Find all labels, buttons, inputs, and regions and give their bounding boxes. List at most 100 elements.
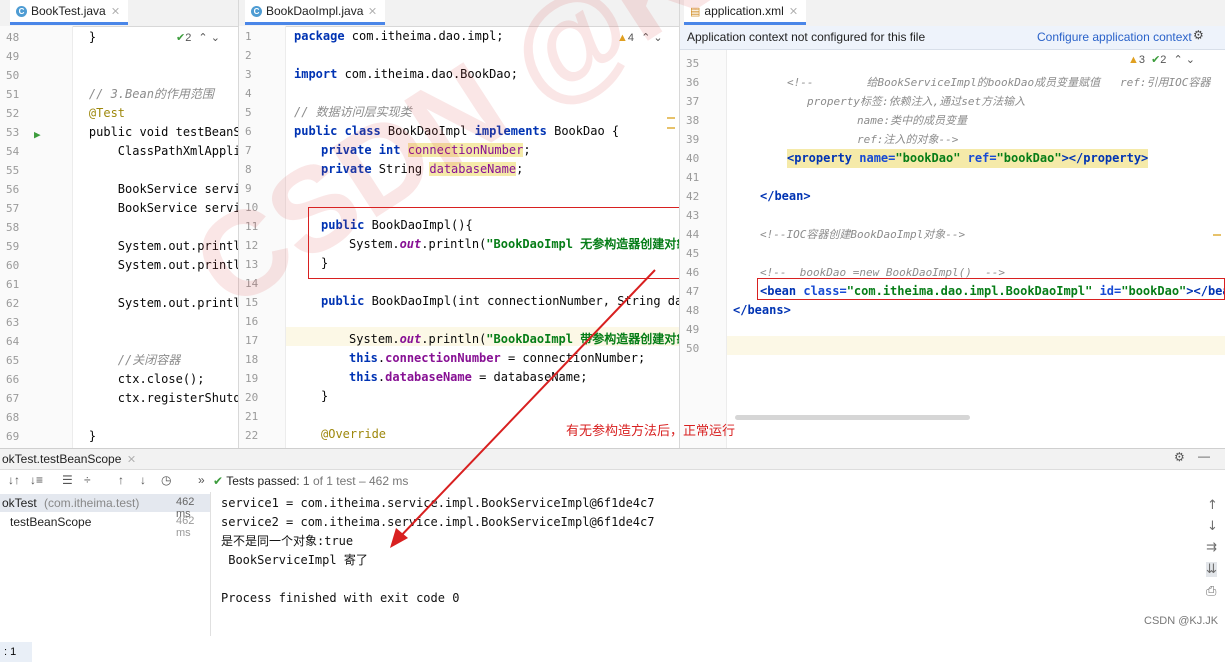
code-comment: // 数据访问层实现类 bbox=[294, 105, 412, 119]
tab-application-xml[interactable]: ▤ application.xml bbox=[684, 0, 806, 25]
line-number: 22 bbox=[245, 429, 259, 442]
class-file-icon: C bbox=[251, 5, 262, 17]
test-tree-row[interactable]: okTest (com.itheima.test) 462 ms bbox=[0, 494, 210, 520]
chevron-up-icon[interactable]: ⌃ bbox=[641, 32, 650, 44]
line-number: 62 bbox=[6, 297, 20, 310]
assign-rest: = connectionNumber; bbox=[500, 351, 646, 365]
down-arrow-icon[interactable]: ↓ bbox=[140, 473, 146, 487]
code-line: ctx.close(); bbox=[60, 372, 205, 386]
sort-duration-icon[interactable]: ↓≡ bbox=[30, 473, 43, 487]
horizontal-scrollbar[interactable] bbox=[735, 415, 970, 420]
chevron-down-icon[interactable]: ⌄ bbox=[653, 32, 662, 44]
line-number: 63 bbox=[6, 316, 20, 329]
collapse-all-icon[interactable]: ÷ bbox=[84, 473, 91, 487]
string-literal: "BookDaoImpl 带参构造器创建对象" bbox=[486, 332, 680, 346]
up-arrow-icon[interactable]: ↑ bbox=[1207, 498, 1218, 513]
check-icon: ✔ bbox=[213, 474, 224, 488]
line-number: 54 bbox=[6, 145, 20, 158]
assign-line: this.databaseName = databaseName; bbox=[349, 368, 587, 387]
tab-booktest[interactable]: C BookTest.java bbox=[10, 0, 128, 25]
line-number: 53 bbox=[6, 126, 20, 139]
tab-bookdaoimpl[interactable]: C BookDaoImpl.java bbox=[245, 0, 386, 25]
line-number: 40 bbox=[686, 152, 700, 165]
inspection-widget[interactable]: ✔2 ⌃ ⌄ bbox=[176, 31, 220, 44]
line-number: 69 bbox=[6, 430, 20, 443]
configure-context-link[interactable]: Configure application context bbox=[1037, 30, 1192, 44]
code-line: @Test bbox=[60, 106, 126, 120]
warnings-widget[interactable]: ▲4 ⌃ ⌄ bbox=[617, 31, 663, 44]
line-number: 36 bbox=[686, 76, 700, 89]
inspection-widget[interactable]: ▲3 ✔2 ⌃ ⌄ bbox=[1128, 53, 1195, 66]
chevron-down-icon[interactable]: ⌄ bbox=[1186, 54, 1195, 66]
line-number: 10 bbox=[245, 201, 259, 214]
line-number: 3 bbox=[245, 68, 252, 81]
run-toolbar: ↓↑ ↓≡ ☰ ÷ ↑ ↓ ◷ » ✔ Tests passed: 1 of 1… bbox=[0, 470, 1225, 491]
line-number: 4 bbox=[245, 87, 252, 100]
close-icon[interactable] bbox=[126, 452, 138, 466]
up-arrow-icon[interactable]: ↑ bbox=[118, 473, 124, 487]
minimize-icon[interactable]: — bbox=[1198, 449, 1210, 463]
import-keyword: import bbox=[294, 67, 338, 81]
close-icon[interactable] bbox=[367, 4, 379, 18]
chevron-down-icon[interactable]: ⌄ bbox=[211, 32, 220, 44]
xml-tag: ></property> bbox=[1061, 151, 1149, 165]
line-number: 20 bbox=[245, 391, 259, 404]
xml-beans-close: </beans> bbox=[733, 303, 791, 317]
tab-label: application.xml bbox=[704, 4, 784, 18]
field-name: connectionNumber bbox=[407, 143, 524, 157]
code-line: System.out.printl bbox=[60, 239, 239, 253]
line-number: 55 bbox=[6, 164, 20, 177]
close-icon[interactable] bbox=[788, 4, 800, 18]
warning-icon: ▲ bbox=[1128, 54, 1139, 66]
chevron-up-icon[interactable]: ⌃ bbox=[198, 32, 207, 44]
line-number: 8 bbox=[245, 163, 252, 176]
close-icon[interactable] bbox=[110, 4, 122, 18]
line-number: 14 bbox=[245, 277, 259, 290]
more-icon[interactable]: » bbox=[198, 473, 205, 487]
field-declaration: private String databaseName; bbox=[321, 160, 523, 179]
type: String bbox=[371, 162, 430, 176]
field-ref: databaseName bbox=[385, 370, 472, 384]
run-config-tab[interactable]: okTest.testBeanScope bbox=[2, 452, 121, 466]
sort-alpha-icon[interactable]: ↓↑ bbox=[8, 473, 20, 487]
down-arrow-icon[interactable]: ↓ bbox=[1207, 519, 1218, 534]
line-number: 21 bbox=[245, 410, 259, 423]
punct: ; bbox=[516, 162, 524, 176]
run-gutter-icon[interactable]: ▶ bbox=[34, 128, 41, 141]
run-panel: okTest.testBeanScope ⚙ — ↓↑ ↓≡ ☰ ÷ ↑ ↓ ◷… bbox=[0, 448, 1225, 662]
expand-all-icon[interactable]: ☰ bbox=[62, 473, 73, 487]
test-tree-row[interactable]: testBeanScope 462 ms bbox=[0, 513, 210, 539]
keyword: implements bbox=[474, 124, 547, 138]
run-side-label[interactable]: : 1 bbox=[0, 642, 32, 662]
context-banner: Application context not configured for t… bbox=[680, 26, 1225, 50]
scroll-marker bbox=[1213, 234, 1221, 236]
keyword: public bbox=[321, 294, 365, 308]
banner-text: Application context not configured for t… bbox=[687, 30, 926, 44]
package-keyword: package bbox=[294, 29, 345, 43]
line-number: 19 bbox=[245, 372, 259, 385]
line-number: 18 bbox=[245, 353, 259, 366]
keyword: public class bbox=[294, 124, 381, 138]
ctor-signature: BookDaoImpl(int connectionNumber, String… bbox=[364, 294, 680, 308]
line-number: 50 bbox=[6, 69, 20, 82]
code-line: System.out.printl bbox=[60, 296, 239, 310]
line-number: 45 bbox=[686, 247, 700, 260]
print-icon[interactable]: ⎙ bbox=[1206, 584, 1216, 599]
gear-icon[interactable]: ⚙ bbox=[1193, 28, 1204, 42]
line-number: 7 bbox=[245, 144, 252, 157]
warning-icon: ▲ bbox=[617, 32, 628, 44]
code-line: } bbox=[60, 30, 97, 44]
scroll-end-icon[interactable]: ⇊ bbox=[1206, 562, 1217, 577]
history-icon[interactable]: ◷ bbox=[161, 473, 171, 487]
line-number: 17 bbox=[245, 334, 259, 347]
chevron-up-icon[interactable]: ⌃ bbox=[1173, 54, 1182, 66]
xml-value: "bookDao" bbox=[996, 151, 1062, 165]
code-line: } bbox=[321, 389, 329, 403]
line-number: 13 bbox=[245, 258, 259, 271]
wrap-icon[interactable]: ⇉ bbox=[1206, 540, 1217, 555]
keyword: private int bbox=[321, 143, 401, 157]
line-number: 52 bbox=[6, 107, 20, 120]
ctor-declaration: public BookDaoImpl(int connectionNumber,… bbox=[321, 292, 680, 311]
code-line: // 3.Bean的作用范围 bbox=[60, 87, 214, 101]
gear-icon[interactable]: ⚙ bbox=[1174, 450, 1185, 464]
